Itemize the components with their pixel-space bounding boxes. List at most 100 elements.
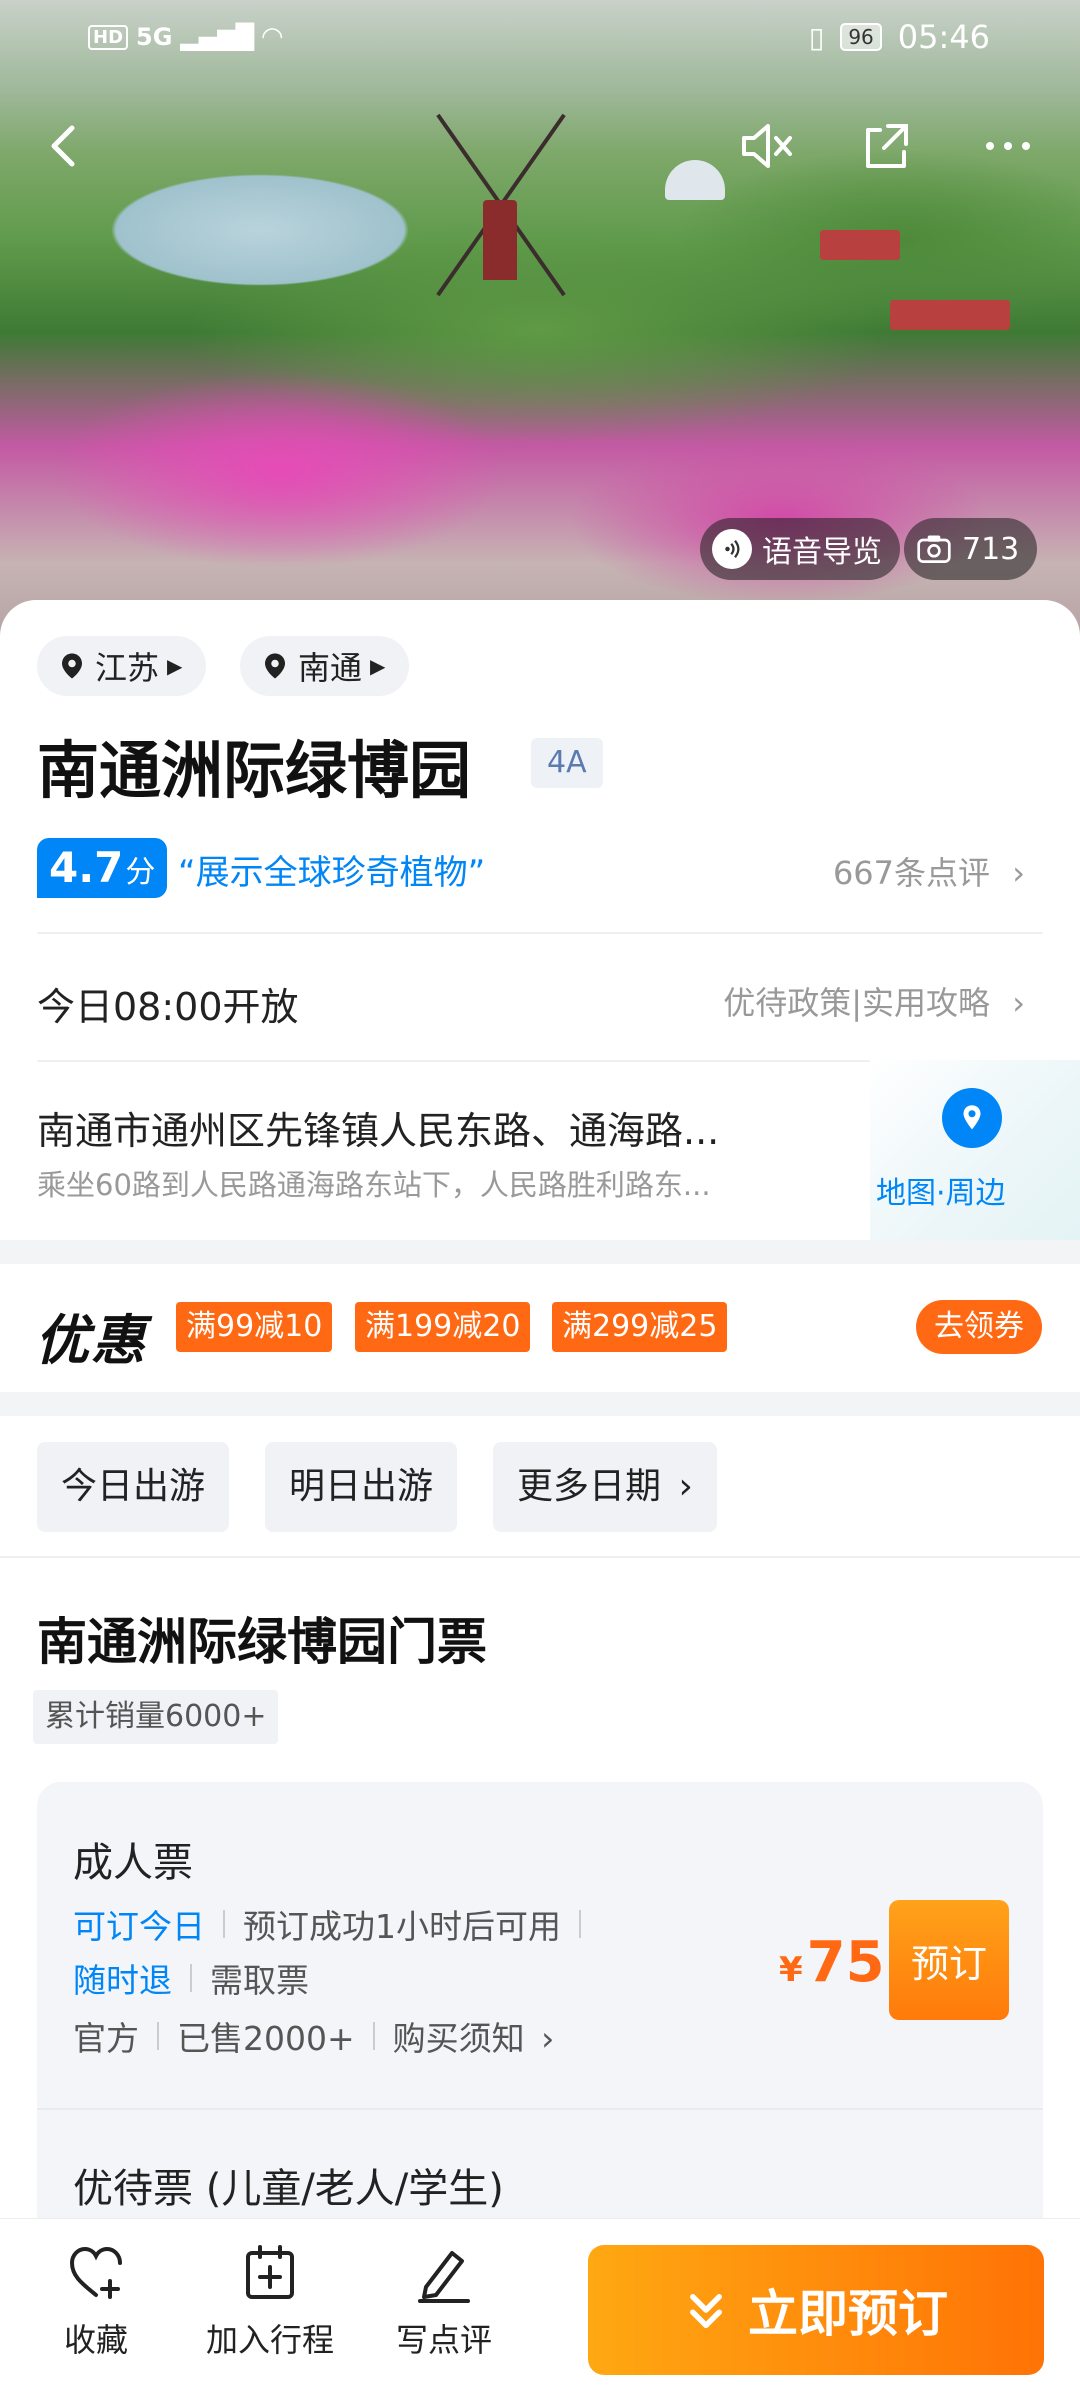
share-button[interactable]	[850, 110, 922, 182]
reviews-link[interactable]: 667条点评 ›	[833, 848, 1025, 894]
chevron-right-icon: ›	[678, 1466, 693, 1507]
photo-count: 713	[962, 531, 1020, 567]
transit-info: 乘坐60路到人民路通海路东站下，人民路胜利路东...	[37, 1168, 711, 1202]
page: HD 5G ▂▄▆█ ◠ ▯ 96 05:46 语音导览 713 江苏 ▶ 南通…	[0, 0, 1080, 2400]
add-trip-button[interactable]: 加入行程	[190, 2241, 350, 2361]
book-now-button[interactable]: 立即预订	[588, 2245, 1044, 2375]
chevron-right-icon: ›	[1012, 984, 1025, 1022]
hero-image[interactable]: HD 5G ▂▄▆█ ◠ ▯ 96 05:46 语音导览 713	[0, 0, 1080, 640]
ticket-tags-row: 官方 已售2000+ 购买须知 ›	[73, 2012, 554, 2060]
heart-plus-icon	[69, 2246, 122, 2299]
divider	[37, 2108, 1043, 2110]
audio-guide-label: 语音导览	[762, 535, 882, 570]
status-bar: HD 5G ▂▄▆█ ◠ ▯ 96 05:46	[0, 0, 1080, 80]
province-label: 江苏	[95, 649, 160, 687]
chevron-right-icon: ›	[1012, 854, 1025, 892]
audio-wave-icon	[712, 529, 752, 569]
location-pin-icon	[265, 653, 285, 679]
battery-indicator: 96	[840, 23, 882, 51]
attraction-title: 南通洲际绿博园	[37, 734, 472, 807]
get-coupon-button[interactable]: 去领券	[916, 1300, 1042, 1354]
more-dates-label: 更多日期	[517, 1466, 662, 1507]
date-today-button[interactable]: 今日出游	[37, 1442, 230, 1532]
map-pin-icon	[942, 1088, 1002, 1148]
audio-guide-button[interactable]: 语音导览	[700, 518, 900, 580]
double-chevron-down-icon	[690, 2294, 722, 2329]
more-dots-icon	[986, 142, 1030, 150]
ticket-tags-row: 随时退 需取票	[73, 1954, 309, 2002]
ticket-name: 成人票	[73, 1840, 193, 1886]
policy-link[interactable]: 优待政策|实用攻略 ›	[723, 978, 1025, 1024]
mute-button[interactable]	[730, 110, 802, 182]
section-separator	[0, 1392, 1080, 1416]
rating-unit: 分	[125, 855, 156, 890]
divider	[0, 1556, 1080, 1558]
favorite-label: 收藏	[63, 2321, 128, 2359]
date-tomorrow-button[interactable]: 明日出游	[265, 1442, 458, 1532]
speaker-mute-icon	[742, 124, 792, 168]
purchase-notice-link[interactable]: 购买须知 ›	[393, 2012, 555, 2060]
book-ticket-button[interactable]: 预订	[889, 1900, 1009, 2020]
city-label: 南通	[298, 649, 363, 687]
notice-label: 购买须知	[392, 2019, 525, 2058]
map-label: 地图·周边	[876, 1176, 1006, 1211]
tag-refund: 随时退	[73, 1961, 172, 2000]
more-dates-button[interactable]: 更多日期 ›	[493, 1442, 717, 1532]
wifi-icon: ◠	[262, 22, 283, 52]
camera-icon	[917, 535, 951, 563]
windmill-graphic	[436, 113, 566, 297]
currency-symbol: ¥	[779, 1950, 803, 1990]
photo-gallery-button[interactable]: 713	[904, 518, 1038, 580]
write-review-button[interactable]: 写点评	[364, 2241, 524, 2361]
ticket-section-title: 南通洲际绿博园门票	[37, 1613, 487, 1671]
divider	[37, 932, 1043, 934]
tag-pickup: 需取票	[210, 1961, 309, 2000]
address[interactable]: 南通市通州区先锋镇人民东路、通海路...	[37, 1100, 857, 1155]
favorite-button[interactable]: 收藏	[16, 2241, 176, 2361]
sales-badge: 累计销量6000+	[33, 1690, 279, 1744]
opening-hours[interactable]: 今日08:00开放	[37, 976, 299, 1031]
price-value: 75	[806, 1930, 885, 1995]
network-label: 5G	[136, 23, 173, 51]
clock: 05:46	[897, 18, 990, 56]
rating-score: 4.7	[49, 843, 124, 892]
rating-badge[interactable]: 4.7 分	[37, 838, 168, 898]
caret-right-icon: ▶	[370, 654, 386, 678]
tag-bookable-today: 可订今日	[73, 1907, 205, 1946]
map-nearby-button[interactable]: 地图·周边	[870, 1060, 1080, 1240]
coupon-badge[interactable]: 满199减20	[355, 1302, 531, 1352]
info-card: 江苏 ▶ 南通 ▶ 南通洲际绿博园 4A 4.7 分 “展示全球珍奇植物” 66…	[0, 600, 1080, 1240]
location-pin-icon	[62, 653, 82, 679]
coupon-badge[interactable]: 满99减10	[176, 1302, 333, 1352]
policy-label: 优待政策|实用攻略	[723, 984, 991, 1022]
ticket-item-concession[interactable]: 优待票 (儿童/老人/学生)	[73, 2156, 504, 2214]
vibrate-icon: ▯	[808, 20, 825, 54]
more-button[interactable]	[972, 110, 1044, 182]
tag-sold: 已售2000+	[177, 2019, 355, 2058]
roof-graphic	[820, 230, 900, 260]
bottom-action-bar: 收藏 加入行程 写点评 立即预订	[0, 2218, 1080, 2400]
signal-icon: ▂▄▆█	[180, 23, 255, 51]
city-chip[interactable]: 南通 ▶	[240, 636, 410, 696]
coupon-badge[interactable]: 满299减25	[552, 1302, 728, 1352]
ticket-price: ¥ 75	[779, 1930, 885, 1995]
review-label: 写点评	[395, 2321, 492, 2359]
calendar-plus-icon	[246, 2245, 294, 2299]
province-chip[interactable]: 江苏 ▶	[37, 636, 207, 696]
level-badge: 4A	[531, 738, 603, 788]
back-arrow-icon	[51, 125, 75, 167]
promo-title: 优惠	[35, 1309, 147, 1372]
section-separator	[0, 1240, 1080, 1264]
roof-graphic	[890, 300, 1010, 330]
caret-right-icon: ▶	[167, 654, 183, 678]
ticket-tags-row: 可订今日 预订成功1小时后可用	[73, 1900, 599, 1948]
tag-official: 官方	[73, 2019, 139, 2058]
tagline: “展示全球珍奇植物”	[178, 853, 486, 893]
back-button[interactable]	[30, 110, 102, 182]
pencil-icon	[418, 2251, 470, 2303]
tag-available: 预订成功1小时后可用	[243, 1907, 561, 1946]
book-now-label: 立即预订	[748, 2285, 948, 2343]
reviews-count: 667条点评	[832, 854, 991, 892]
add-trip-label: 加入行程	[205, 2321, 334, 2359]
chevron-right-icon: ›	[541, 2019, 555, 2058]
